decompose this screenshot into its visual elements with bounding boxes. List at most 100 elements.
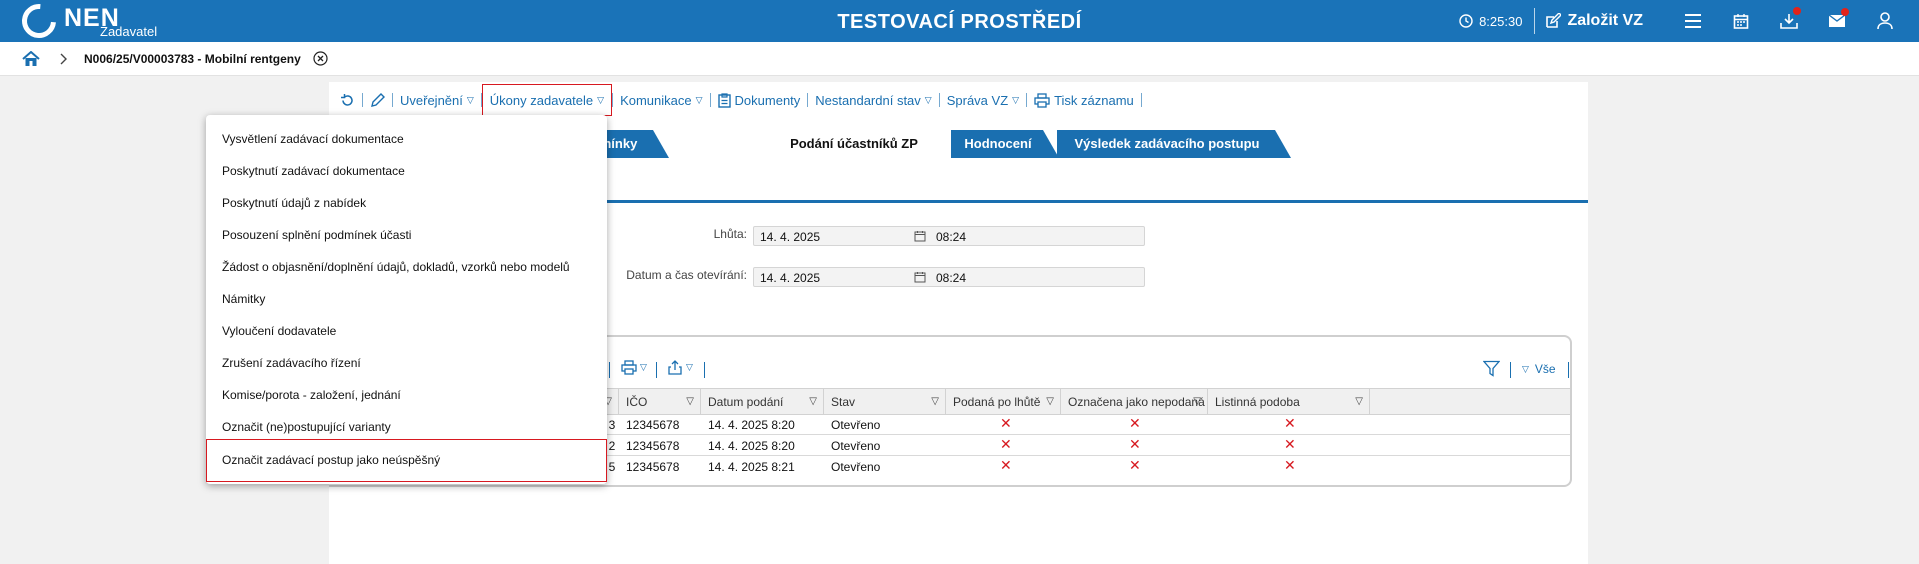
column-header-not-submitted[interactable]: Označena jako nepodaná ▽ [1060, 389, 1207, 415]
create-vz-label: Založit VZ [1567, 12, 1643, 29]
opening-date: 14. 4. 2025 [760, 271, 821, 285]
tab-participant-submissions[interactable]: Podání účastníků ZP [772, 130, 950, 158]
breadcrumb-current[interactable]: N006/25/V00003783 - Mobilní rentgeny [84, 52, 301, 66]
menu-item-clarification-request[interactable]: Žádost o objasnění/doplnění údajů, dokla… [222, 260, 570, 274]
export-button[interactable]: ▽ [668, 360, 693, 375]
column-header-ico[interactable]: IČO ▽ [618, 389, 700, 415]
opening-field[interactable]: 14. 4. 2025 08:24 [753, 267, 1145, 287]
filter-icon[interactable] [1483, 360, 1500, 377]
caret-down-icon: ▽ [640, 362, 647, 372]
communication-menu[interactable]: Komunikace ▽ [613, 89, 709, 111]
clock-icon [1459, 14, 1473, 28]
mail-icon [1828, 14, 1846, 27]
print-record-label: Tisk záznamu [1054, 92, 1134, 108]
menu-button[interactable] [1669, 13, 1717, 29]
cross-icon: ✕ [1284, 415, 1296, 431]
menu-icon [1685, 14, 1701, 28]
vz-admin-label: Správa VZ [946, 92, 1009, 108]
filter-arrow-icon[interactable]: ▽ [686, 389, 694, 415]
close-circle-icon[interactable] [313, 51, 328, 66]
filter-arrow-icon[interactable]: ▽ [1046, 389, 1054, 415]
contracting-actions-dropdown: Vysvětlení zadávací dokumentace Poskytnu… [206, 115, 607, 484]
user-button[interactable] [1861, 12, 1909, 30]
tab-evaluation[interactable]: Hodnocení [951, 130, 1059, 158]
calendar-icon [1733, 14, 1749, 29]
caret-down-icon: ▽ [1522, 363, 1529, 374]
nonstandard-state-label: Nestandardní stav [815, 92, 921, 108]
menu-item-mark-variants[interactable]: Označit (ne)postupující varianty [222, 420, 391, 434]
tab-procedure-result[interactable]: Výsledek zadávacího postupu [1057, 130, 1291, 158]
opening-time: 08:24 [936, 271, 967, 285]
row-date: 14. 4. 2025 8:21 [708, 460, 795, 474]
row-status: Otevřeno [831, 460, 881, 474]
contracting-actions-menu[interactable]: Úkony zadavatele ▽ [481, 84, 613, 116]
column-header-status[interactable]: Stav ▽ [823, 389, 945, 415]
top-bar: NEN Zadavatel TESTOVACÍ PROSTŘEDÍ 8:25:3… [0, 0, 1919, 45]
menu-item-clarify-documentation[interactable]: Vysvětlení zadávací dokumentace [222, 132, 404, 146]
row-status: Otevřeno [831, 439, 881, 453]
share-icon [668, 360, 682, 375]
vz-admin-menu[interactable]: Správa VZ ▽ [940, 89, 1026, 111]
deadline-time: 08:24 [936, 230, 967, 244]
publish-menu[interactable]: Uveřejnění ▽ [393, 89, 481, 111]
column-header-paper-form[interactable]: Listinná podoba ▽ [1207, 389, 1370, 415]
logo-subtitle: Zadavatel [100, 24, 158, 39]
documents-button[interactable]: Dokumenty [711, 89, 808, 111]
menu-item-exclude-supplier[interactable]: Vyloučení dodavatele [222, 324, 336, 338]
calendar-icon[interactable] [914, 230, 926, 242]
cross-icon: ✕ [1000, 436, 1012, 452]
cross-icon: ✕ [1284, 436, 1296, 452]
clock-time: 8:25:30 [1479, 13, 1523, 29]
mail-notification-dot [1841, 8, 1849, 16]
filter-arrow-icon[interactable]: ▽ [931, 389, 939, 415]
deadline-field[interactable]: 14. 4. 2025 08:24 [753, 226, 1145, 246]
cross-icon: ✕ [1284, 457, 1296, 473]
edit-button[interactable] [363, 89, 392, 111]
calendar-icon[interactable] [914, 271, 926, 283]
calendar-button[interactable] [1717, 13, 1765, 29]
print-table-button[interactable]: ▽ [621, 360, 647, 375]
caret-down-icon: ▽ [466, 94, 474, 105]
cross-icon: ✕ [1000, 457, 1012, 473]
caret-down-icon: ▽ [695, 94, 703, 105]
menu-item-committee[interactable]: Komise/porota - založení, jednání [222, 388, 401, 402]
user-icon [1877, 12, 1893, 30]
menu-item-provide-documentation[interactable]: Poskytnutí zadávací dokumentace [222, 164, 405, 178]
print-record-button[interactable]: Tisk záznamu [1027, 89, 1141, 111]
edit-icon [1546, 13, 1562, 28]
filter-arrow-icon[interactable]: ▽ [809, 389, 817, 415]
menu-item-objections[interactable]: Námitky [222, 292, 265, 306]
caret-down-icon: ▽ [686, 362, 693, 372]
caret-down-icon: ▽ [924, 94, 932, 105]
caret-down-icon: ▽ [1012, 94, 1020, 105]
cross-icon: ✕ [1000, 415, 1012, 431]
nonstandard-state-menu[interactable]: Nestandardní stav ▽ [808, 89, 938, 111]
cross-icon: ✕ [1129, 436, 1141, 452]
messages-button[interactable] [1813, 8, 1861, 28]
cross-icon: ✕ [1129, 415, 1141, 431]
menu-item-provide-bid-data[interactable]: Poskytnutí údajů z nabídek [222, 196, 366, 210]
refresh-icon [341, 93, 353, 106]
menu-item-mark-unsuccessful[interactable]: Označit zadávací postup jako neúspěšný [222, 453, 440, 467]
breadcrumb: N006/25/V00003783 - Mobilní rentgeny [0, 42, 1919, 76]
create-vz-button[interactable]: Založit VZ [1545, 12, 1643, 30]
filter-arrow-icon[interactable]: ▽ [1355, 389, 1363, 415]
downloads-button[interactable] [1765, 7, 1813, 29]
refresh-button[interactable] [333, 89, 362, 111]
column-header-date[interactable]: Datum podání ▽ [700, 389, 823, 415]
menu-item-cancel-procedure[interactable]: Zrušení zadávacího řízení [222, 356, 361, 370]
home-icon[interactable] [22, 50, 40, 67]
session-clock: 8:25:30 [1459, 14, 1522, 29]
cross-icon: ✕ [1129, 457, 1141, 473]
filter-all-label: Vše [1534, 362, 1556, 376]
communication-menu-label: Komunikace [620, 92, 692, 108]
row-status: Otevřeno [831, 418, 881, 432]
filter-all-selector[interactable]: ▽ Vše [1522, 362, 1556, 376]
row-date: 14. 4. 2025 8:20 [708, 439, 795, 453]
filter-arrow-icon[interactable]: ▽ [1193, 389, 1201, 415]
download-icon [1780, 14, 1798, 29]
menu-item-assess-qualification[interactable]: Posouzení splnění podmínek účasti [222, 228, 411, 242]
column-header-late[interactable]: Podaná po lhůtě ▽ [945, 389, 1060, 415]
printer-icon [1034, 92, 1050, 108]
row-ico: 12345678 [626, 460, 680, 474]
